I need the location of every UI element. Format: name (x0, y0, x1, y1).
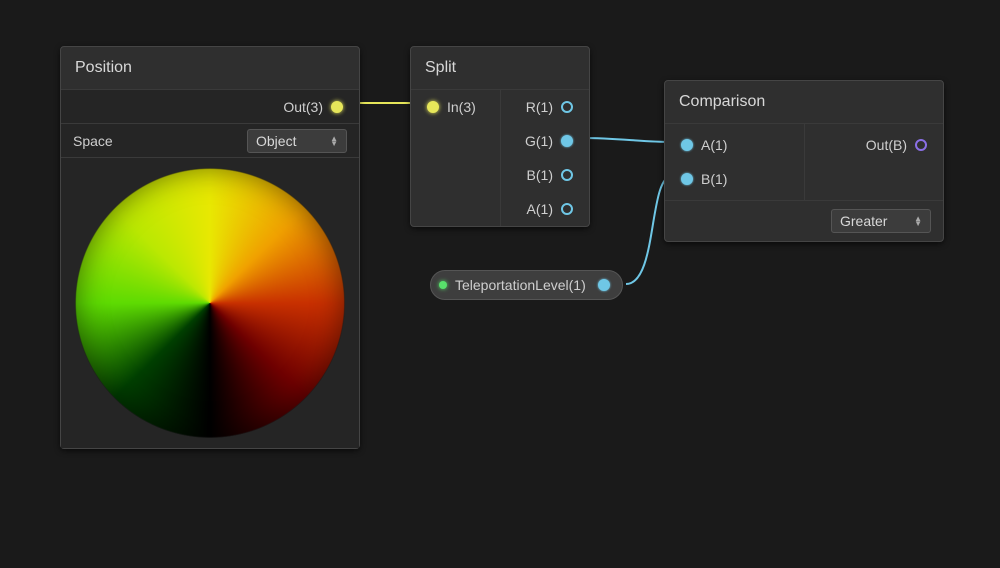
split-in-row[interactable]: In(3) (411, 90, 500, 124)
comparison-footer: Greater (665, 200, 943, 241)
split-g-port[interactable] (561, 135, 573, 147)
split-r-row[interactable]: R(1) (501, 90, 590, 124)
node-comparison[interactable]: Comparison A(1) B(1) Out(B) (664, 80, 944, 242)
position-out-label: Out(3) (279, 99, 327, 115)
variable-label: TeleportationLevel(1) (455, 277, 586, 293)
node-comparison-title: Comparison (665, 81, 943, 124)
live-indicator-icon (439, 281, 447, 289)
split-b-label: B(1) (523, 167, 557, 183)
position-space-label: Space (73, 133, 113, 149)
node-split-title: Split (411, 47, 589, 90)
comparison-out-label: Out(B) (862, 137, 911, 153)
position-space-dropdown[interactable]: Object (247, 129, 347, 153)
comparison-a-row[interactable]: A(1) (665, 128, 804, 162)
split-in-port[interactable] (427, 101, 439, 113)
comparison-b-row[interactable]: B(1) (665, 162, 804, 196)
position-out-port[interactable] (331, 101, 343, 113)
variable-out-port[interactable] (598, 279, 610, 291)
split-a-label: A(1) (523, 201, 557, 217)
dropdown-arrows-icon (330, 136, 338, 146)
position-out-row[interactable]: Out(3) (61, 90, 359, 124)
position-preview-circle (75, 168, 345, 438)
split-r-label: R(1) (522, 99, 557, 115)
comparison-mode-dropdown[interactable]: Greater (831, 209, 931, 233)
position-preview (61, 158, 359, 448)
variable-teleportation-level[interactable]: TeleportationLevel(1) (430, 270, 623, 300)
comparison-b-port[interactable] (681, 173, 693, 185)
split-g-label: G(1) (521, 133, 557, 149)
shader-graph-canvas[interactable]: Position Out(3) Space Object Split In(3) (0, 0, 1000, 568)
position-space-row: Space Object (61, 124, 359, 158)
position-space-value: Object (256, 133, 296, 149)
split-a-port[interactable] (561, 203, 573, 215)
comparison-b-label: B(1) (697, 171, 731, 187)
comparison-out-port[interactable] (915, 139, 927, 151)
comparison-a-port[interactable] (681, 139, 693, 151)
comparison-mode-value: Greater (840, 213, 887, 229)
comparison-out-row[interactable]: Out(B) (805, 128, 944, 162)
node-position[interactable]: Position Out(3) Space Object (60, 46, 360, 449)
split-r-port[interactable] (561, 101, 573, 113)
split-in-label: In(3) (443, 99, 480, 115)
split-g-row[interactable]: G(1) (501, 124, 590, 158)
split-b-row[interactable]: B(1) (501, 158, 590, 192)
node-position-title: Position (61, 47, 359, 90)
node-split[interactable]: Split In(3) R(1) G(1) B(1) (410, 46, 590, 227)
split-a-row[interactable]: A(1) (501, 192, 590, 226)
comparison-a-label: A(1) (697, 137, 731, 153)
dropdown-arrows-icon (914, 216, 922, 226)
wire-split-g-to-comparison-a (581, 138, 672, 142)
split-b-port[interactable] (561, 169, 573, 181)
